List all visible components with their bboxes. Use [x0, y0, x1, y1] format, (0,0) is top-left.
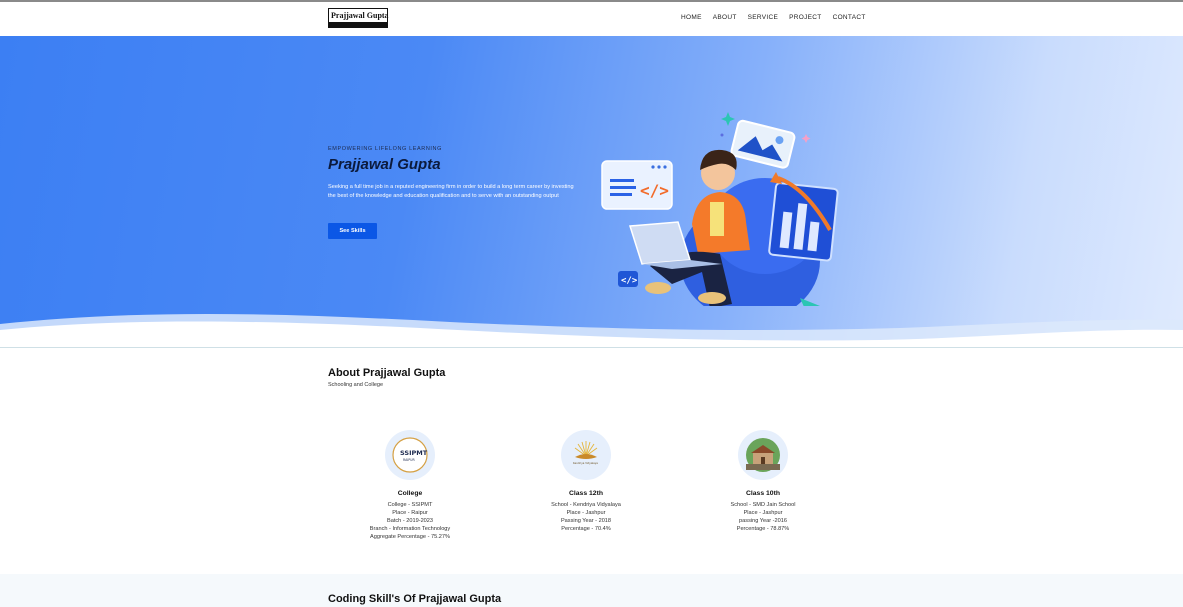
kv-logo-text: Kendriya Vidyalaya	[573, 461, 598, 465]
main-menu: HOME ABOUT SERVICE PROJECT CONTACT	[681, 14, 877, 21]
sparkle-icon	[721, 112, 735, 126]
hero-waves	[0, 313, 1183, 348]
card-line: Place - Jashpur	[566, 510, 606, 516]
hero-eyebrow: EMPOWERING LIFELONG LEARNING	[328, 146, 442, 152]
nav-project[interactable]: PROJECT	[789, 14, 821, 21]
sparkle-pink-icon	[801, 134, 811, 143]
school-photo-icon	[738, 430, 788, 480]
education-card-class10: Class 10th School - SMD Jain School Plac…	[688, 430, 838, 533]
college-logo-sub: RAIPUR	[403, 458, 415, 462]
card-title: College	[397, 490, 423, 497]
card-details: School - SMD Jain School Place - Jashpur…	[688, 501, 838, 533]
navbar: Prajjawal Gupta HOME ABOUT SERVICE PROJE…	[0, 2, 1183, 36]
hero-description: Seeking a full time job in a reputed eng…	[328, 184, 574, 199]
see-skills-button[interactable]: See Skills	[328, 223, 377, 239]
skills-section: Coding Skill's Of Prajjawal Gupta	[0, 574, 1183, 607]
card-line: Branch - Information Technology	[369, 526, 451, 532]
image-card-icon	[730, 119, 796, 169]
dot-icon	[720, 133, 724, 137]
card-line: Percentage - 70.4%	[561, 526, 611, 532]
about-section: About Prajjawal Gupta Schooling and Coll…	[0, 348, 1183, 574]
nav-service[interactable]: SERVICE	[748, 14, 779, 21]
card-line: Aggregate Percentage - 75.27%	[370, 534, 450, 540]
svg-text:</>: </>	[640, 181, 669, 200]
card-title: Class 12th	[568, 490, 603, 497]
kendriya-vidyalaya-logo-icon: Kendriya Vidyalaya	[561, 430, 611, 480]
code-window-icon: </>	[601, 160, 673, 210]
nav-home[interactable]: HOME	[681, 14, 702, 21]
nav-contact[interactable]: CONTACT	[833, 14, 866, 21]
card-line: Place - Jashpur	[743, 510, 783, 516]
about-subtitle: Schooling and College	[328, 382, 384, 388]
nav-about[interactable]: ABOUT	[713, 14, 737, 21]
hero-illustration: </> </>	[601, 112, 839, 306]
education-card-college: SSIPMT RAIPUR College College - SSIPMT P…	[335, 430, 485, 541]
card-title: Class 10th	[745, 490, 780, 497]
card-details: School - Kendriya Vidyalaya Place - Jash…	[511, 501, 661, 533]
college-logo-text: SSIPMT	[400, 449, 428, 457]
card-details: College - SSIPMT Place - Raipur Batch - …	[335, 501, 485, 541]
card-line: Place - Raipur	[392, 510, 428, 516]
education-card-class12: Kendriya Vidyalaya Class 12th School - K…	[511, 430, 661, 533]
hero-title: Prajjawal Gupta	[328, 156, 441, 173]
hero-section: EMPOWERING LIFELONG LEARNING Prajjawal G…	[0, 36, 1183, 348]
card-line: Percentage - 78.87%	[736, 526, 790, 532]
card-line: School - Kendriya Vidyalaya	[551, 502, 621, 508]
college-logo-icon: SSIPMT RAIPUR	[385, 430, 435, 480]
svg-text:</>: </>	[621, 276, 638, 286]
logo-text: Prajjawal Gupta	[331, 11, 389, 20]
logo-bar	[329, 22, 387, 27]
card-line: passing Year -2016	[739, 518, 787, 524]
card-line: School - SMD Jain School	[730, 502, 796, 508]
card-line: College - SSIPMT	[387, 502, 433, 508]
card-line: Batch - 2019-2023	[386, 518, 434, 524]
code-tag-icon: </>	[618, 271, 638, 287]
logo[interactable]: Prajjawal Gupta	[328, 8, 389, 28]
skills-title: Coding Skill's Of Prajjawal Gupta	[328, 593, 502, 605]
card-line: Passing Year - 2018	[560, 518, 612, 524]
about-title: About Prajjawal Gupta	[328, 367, 446, 379]
